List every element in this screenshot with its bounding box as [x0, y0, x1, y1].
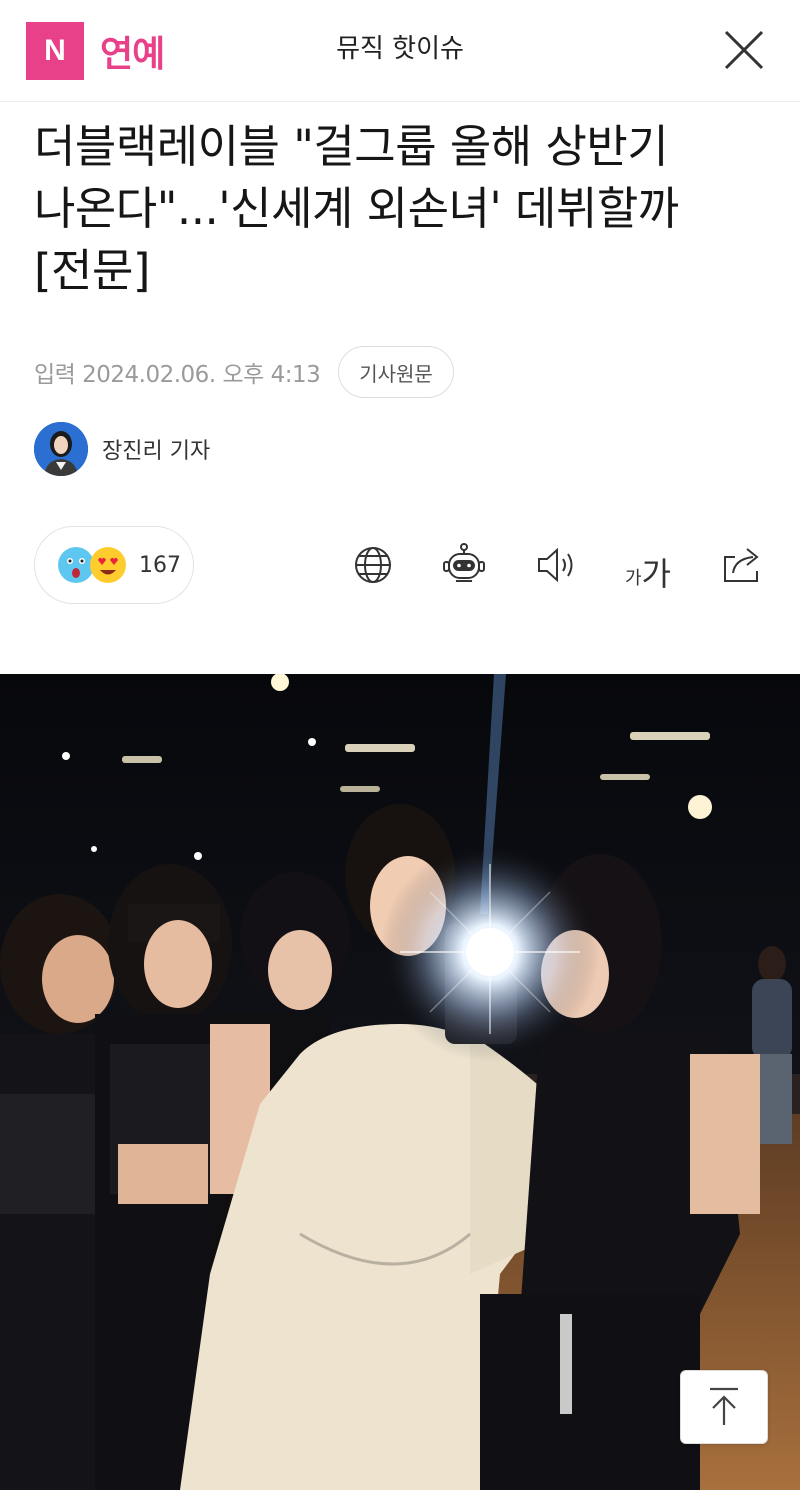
- arrow-up-icon: [710, 1387, 738, 1425]
- scroll-top-button[interactable]: [680, 1370, 768, 1444]
- speaker-icon: [538, 547, 573, 583]
- author-name: 장진리 기자: [102, 439, 211, 464]
- close-button[interactable]: [722, 28, 766, 72]
- font-size-large-label: 가: [641, 555, 671, 593]
- top-header: N 연예 뮤직 핫이슈: [0, 0, 800, 102]
- section-label: 연예: [100, 34, 165, 75]
- headline-line: 나온다"...'신세계 외손녀' 데뷔할까: [34, 182, 679, 235]
- heart-eyes-emoji-icon: [89, 546, 127, 584]
- avatar: [34, 422, 88, 476]
- original-article-button[interactable]: 기사원문: [338, 346, 454, 398]
- ai-summary-button[interactable]: [439, 540, 489, 590]
- translate-button[interactable]: [348, 540, 398, 590]
- header-title[interactable]: 뮤직 핫이슈: [250, 28, 550, 65]
- robot-icon: [443, 543, 485, 582]
- author[interactable]: 장진리 기자: [34, 422, 210, 476]
- text-to-speech-button[interactable]: [530, 540, 580, 590]
- logo[interactable]: N 연예: [26, 22, 165, 80]
- share-button[interactable]: [716, 540, 766, 590]
- article-headline: 더블랙레이블 "걸그룹 올해 상반기 나온다"...'신세계 외손녀' 데뷔할까…: [34, 116, 774, 302]
- font-size-small-label: 가: [624, 568, 642, 589]
- article-meta: 입력 2024.02.06. 오후 4:13 기사원문: [34, 346, 454, 398]
- globe-icon: [355, 547, 391, 583]
- close-icon: [724, 30, 764, 70]
- font-size-button[interactable]: 가 가: [620, 540, 676, 590]
- share-icon: [724, 548, 759, 582]
- reaction-button[interactable]: 167: [34, 526, 194, 604]
- naver-logo-icon: N: [26, 22, 84, 80]
- headline-line: 더블랙레이블 "걸그룹 올해 상반기: [34, 120, 669, 173]
- publish-date: 입력 2024.02.06. 오후 4:13: [34, 362, 321, 388]
- reaction-count: 167: [139, 552, 181, 578]
- article-photo: [0, 674, 800, 1490]
- article-page: N 연예 뮤직 핫이슈 더블랙레이블 "걸그룹 올해 상반기 나온다"...'신…: [0, 0, 800, 1490]
- headline-line: [전문]: [34, 244, 150, 297]
